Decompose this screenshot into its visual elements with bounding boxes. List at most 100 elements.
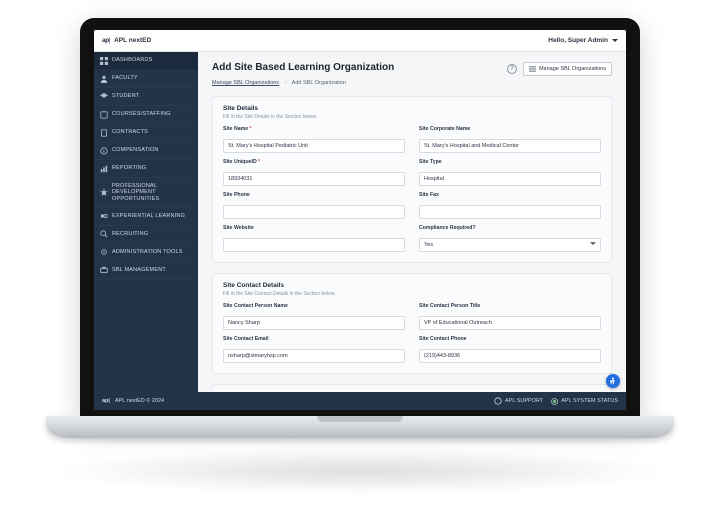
reporting-icon xyxy=(100,165,108,173)
accessibility-icon[interactable] xyxy=(606,374,620,388)
recruiting-icon xyxy=(100,230,108,238)
input-site-website[interactable] xyxy=(223,238,405,252)
field-contact-name: Site Contact Person Name xyxy=(223,303,405,330)
sidebar-item-compensation[interactable]: $ COMPENSATION xyxy=(94,142,198,160)
section-site-contact: Site Contact Details Fill in the Site Co… xyxy=(212,273,612,374)
sidebar-item-label: DASHBOARDS xyxy=(112,57,153,64)
sidebar-item-label: PROFESSIONAL DEVELOPMENT OPPORTUNITIES xyxy=(112,183,192,203)
select-compliance-required[interactable] xyxy=(419,233,601,252)
label-site-name: Site Name xyxy=(223,126,405,132)
check-icon xyxy=(551,398,558,405)
input-site-corporate-name[interactable] xyxy=(419,139,601,153)
exp-learn-icon xyxy=(100,212,108,220)
label-site-type: Site Type xyxy=(419,159,601,165)
sidebar-item-label: COURSES/STAFFING xyxy=(112,111,171,118)
faculty-icon xyxy=(100,75,108,83)
brand-logo: ap| xyxy=(102,37,110,44)
field-contact-phone: Site Contact Phone xyxy=(419,336,601,363)
field-compliance-required: Compliance Required? xyxy=(419,225,601,252)
app-screen: ap| APL nextED Hello, Super Admin DASHBO… xyxy=(94,30,626,410)
input-site-name[interactable] xyxy=(223,139,405,153)
sidebar-item-sbl-management[interactable]: SBL MANAGEMENT xyxy=(94,262,198,280)
management-icon xyxy=(100,266,108,274)
field-site-corporate-name: Site Corporate Name xyxy=(419,126,601,153)
support-label: APL SUPPORT xyxy=(505,398,543,404)
support-icon xyxy=(494,397,502,405)
sidebar-item-label: RECRUITING xyxy=(112,231,148,238)
breadcrumb: Manage SBL Organizations › Add SBL Organ… xyxy=(212,80,612,86)
sidebar-item-dashboards[interactable]: DASHBOARDS xyxy=(94,52,198,70)
sidebar-item-student[interactable]: STUDENT xyxy=(94,88,198,106)
manage-sbl-label: Manage SBL Organizations xyxy=(539,66,606,72)
input-contact-email[interactable] xyxy=(223,349,405,363)
footer-copyright: APL nextED © 2024 xyxy=(115,398,164,404)
section-title: Site Details xyxy=(223,105,601,112)
status-label: APL SYSTEM STATUS xyxy=(561,398,618,404)
user-menu[interactable]: Hello, Super Admin xyxy=(548,37,618,44)
input-site-unique-id[interactable] xyxy=(223,172,405,186)
label-site-website: Site Website xyxy=(223,225,405,231)
label-site-corporate-name: Site Corporate Name xyxy=(419,126,601,132)
sidebar-item-faculty[interactable]: FACULTY xyxy=(94,70,198,88)
brand: ap| APL nextED xyxy=(102,37,151,44)
footer-bar: ap| APL nextED © 2024 APL SUPPORT APL SY… xyxy=(94,392,626,410)
input-site-fax[interactable] xyxy=(419,205,601,219)
chevron-right-icon: › xyxy=(285,80,287,86)
dashboard-icon xyxy=(100,57,108,65)
top-bar: ap| APL nextED Hello, Super Admin xyxy=(94,30,626,52)
sidebar-item-label: ADMINISTRATION TOOLS xyxy=(112,249,183,256)
breadcrumb-current: Add SBL Organization xyxy=(292,80,346,86)
input-contact-title[interactable] xyxy=(419,316,601,330)
laptop-base xyxy=(46,416,674,438)
admin-tools-icon xyxy=(100,248,108,256)
breadcrumb-link[interactable]: Manage SBL Organizations xyxy=(212,80,279,86)
input-contact-phone[interactable] xyxy=(419,349,601,363)
sidebar-item-reporting[interactable]: REPORTING xyxy=(94,160,198,178)
sidebar-item-label: SBL MANAGEMENT xyxy=(112,267,166,274)
compensation-icon: $ xyxy=(100,147,108,155)
main-content: Add Site Based Learning Organization ? M… xyxy=(198,52,626,392)
sidebar-item-label: STUDENT xyxy=(112,93,139,100)
sidebar-item-contracts[interactable]: CONTRACTS xyxy=(94,124,198,142)
label-site-phone: Site Phone xyxy=(223,192,405,198)
sidebar-item-recruiting[interactable]: RECRUITING xyxy=(94,226,198,244)
field-contact-title: Site Contact Person Title xyxy=(419,303,601,330)
manage-sbl-button[interactable]: Manage SBL Organizations xyxy=(523,62,612,76)
apl-support-link[interactable]: APL SUPPORT xyxy=(494,397,543,405)
contracts-icon xyxy=(100,129,108,137)
section-title: Site Contact Details xyxy=(223,282,601,289)
label-contact-email: Site Contact Email xyxy=(223,336,405,342)
label-contact-phone: Site Contact Phone xyxy=(419,336,601,342)
select-compliance-value[interactable] xyxy=(419,238,601,252)
input-site-type[interactable] xyxy=(419,172,601,186)
apl-status-link[interactable]: APL SYSTEM STATUS xyxy=(551,398,618,405)
sidebar-item-admin-tools[interactable]: ADMINISTRATION TOOLS xyxy=(94,244,198,262)
label-site-fax: Site Fax xyxy=(419,192,601,198)
courses-icon xyxy=(100,111,108,119)
field-contact-email: Site Contact Email xyxy=(223,336,405,363)
pd-icon xyxy=(100,188,108,196)
footer-logo: ap| xyxy=(102,398,110,404)
app-name: APL nextED xyxy=(114,37,151,44)
input-contact-name[interactable] xyxy=(223,316,405,330)
field-site-name: Site Name xyxy=(223,126,405,153)
field-site-fax: Site Fax xyxy=(419,192,601,219)
help-icon[interactable]: ? xyxy=(507,64,517,74)
sidebar-item-courses[interactable]: COURSES/STAFFING xyxy=(94,106,198,124)
sidebar-item-prof-dev[interactable]: PROFESSIONAL DEVELOPMENT OPPORTUNITIES xyxy=(94,178,198,208)
student-icon xyxy=(100,93,108,101)
field-site-website: Site Website xyxy=(223,225,405,252)
field-site-phone: Site Phone xyxy=(223,192,405,219)
list-icon xyxy=(529,66,536,72)
sidebar-item-label: CONTRACTS xyxy=(112,129,148,136)
field-site-unique-id: Site UniqueID xyxy=(223,159,405,186)
section-site-details: Site Details Fill in the Site Details in… xyxy=(212,96,612,263)
chevron-down-icon xyxy=(612,39,618,42)
sidebar-item-label: REPORTING xyxy=(112,165,146,172)
sidebar-item-exp-learning[interactable]: EXPERIENTIAL LEARNING xyxy=(94,208,198,226)
label-contact-title: Site Contact Person Title xyxy=(419,303,601,309)
input-site-phone[interactable] xyxy=(223,205,405,219)
section-hint: Fill in the Site Details in the Section … xyxy=(223,114,601,120)
label-site-unique-id: Site UniqueID xyxy=(223,159,405,165)
sidebar-item-label: COMPENSATION xyxy=(112,147,159,154)
